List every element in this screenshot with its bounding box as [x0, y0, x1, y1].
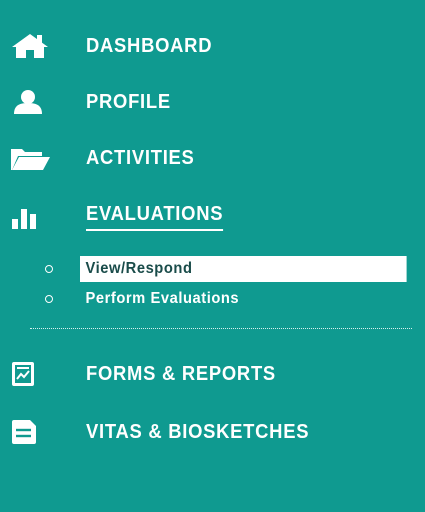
divider: [30, 328, 412, 329]
bullet-icon: [45, 265, 53, 273]
report-icon: [10, 361, 50, 387]
document-icon: [10, 419, 50, 445]
home-icon: [10, 33, 50, 59]
nav-item-label: ACTIVITIES: [86, 147, 195, 169]
nav-item-label: FORMS & REPORTS: [86, 363, 276, 385]
sidebar-nav: DASHBOARD PROFILE ACTIVITIES EVALUATIONS…: [0, 0, 425, 512]
nav-item-vitas-biosketches[interactable]: VITAS & BIOSKETCHES: [0, 412, 425, 452]
submenu-item-view-respond[interactable]: View/Respond: [0, 256, 425, 282]
submenu-item-perform-evaluations[interactable]: Perform Evaluations: [0, 286, 425, 312]
user-icon: [10, 89, 50, 115]
nav-item-profile[interactable]: PROFILE: [0, 82, 425, 122]
folder-open-icon: [10, 145, 50, 171]
nav-item-activities[interactable]: ACTIVITIES: [0, 138, 425, 178]
submenu-item-label: View/Respond: [80, 256, 407, 282]
bar-chart-icon: [10, 203, 50, 229]
submenu-item-label: Perform Evaluations: [85, 290, 240, 307]
nav-item-label: EVALUATIONS: [86, 199, 224, 231]
nav-item-label: DASHBOARD: [86, 35, 213, 57]
nav-item-dashboard[interactable]: DASHBOARD: [0, 26, 425, 66]
nav-item-label: PROFILE: [86, 91, 171, 113]
nav-item-label: VITAS & BIOSKETCHES: [86, 421, 310, 443]
nav-item-forms-reports[interactable]: FORMS & REPORTS: [0, 354, 425, 394]
bullet-icon: [45, 295, 53, 303]
nav-item-evaluations[interactable]: EVALUATIONS: [0, 196, 425, 236]
